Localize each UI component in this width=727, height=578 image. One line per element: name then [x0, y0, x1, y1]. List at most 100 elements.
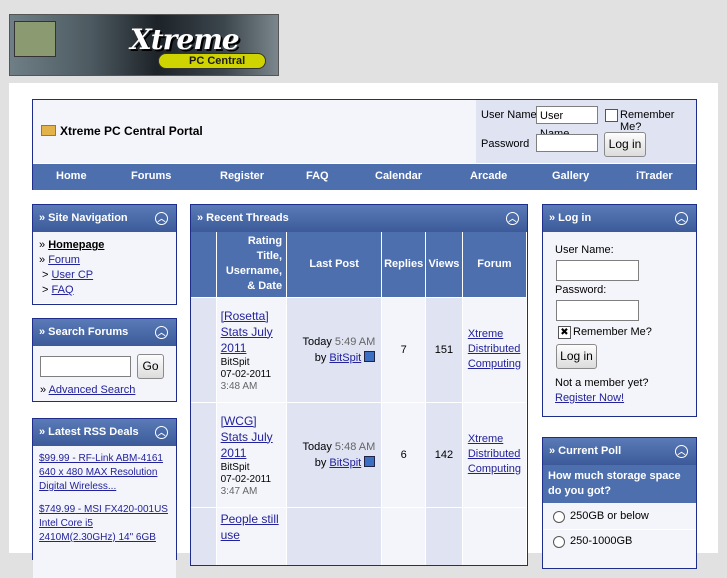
forum-cell: Xtreme Distributed Computing [462, 297, 527, 403]
recent-threads-header: » Recent Threads ︿ [191, 205, 527, 232]
login-panel-header: » Log in ︿ [543, 205, 696, 232]
collapse-icon[interactable]: ︿ [675, 445, 688, 458]
search-forums-header: » Search Forums ︿ [33, 319, 176, 346]
collapse-icon[interactable]: ︿ [155, 212, 168, 225]
password-input[interactable] [536, 134, 598, 152]
thread-icon-cell [191, 507, 217, 565]
nav-arcade[interactable]: Arcade [470, 170, 507, 182]
last-post-cell [286, 507, 383, 565]
rss-deal-price[interactable]: $749.99 [39, 504, 75, 515]
nav-item-faq[interactable]: > FAQ [39, 283, 170, 298]
portal-title: Xtreme PC Central Portal [41, 124, 203, 138]
thread-title-link[interactable]: [Rosetta] Stats July 2011 [221, 309, 273, 355]
poll-question: How much storage space do you got? [543, 465, 696, 503]
nav-calendar[interactable]: Calendar [375, 170, 422, 182]
last-post-time: 5:48 AM [334, 440, 376, 453]
collapse-icon[interactable]: ︿ [155, 426, 168, 439]
go-to-last-post-icon[interactable] [364, 455, 376, 467]
username-input[interactable]: User Name [536, 106, 598, 140]
last-post-user-link[interactable]: BitSpit [329, 457, 361, 469]
login-panel: » Log in ︿ User Name: Password: ✖ Rememb… [542, 204, 697, 417]
site-logo[interactable]: Xtreme PC Central [9, 14, 279, 76]
login-button[interactable]: Log in [604, 132, 646, 157]
page-container: Xtreme PC Central Portal User Name User … [9, 83, 718, 578]
header-login: User Name User Name Remember Me? Passwor… [476, 100, 696, 163]
last-post-user-link[interactable]: BitSpit [329, 352, 361, 364]
rss-deals-body: $99.99 - RF-Link ABM-4161 640 x 480 MAX … [33, 446, 176, 578]
nav-item-homepage-link[interactable]: Homepage [48, 239, 104, 251]
portal-title-area: Xtreme PC Central Portal [33, 100, 473, 163]
current-poll-title: » Current Poll [549, 445, 622, 457]
register-now-link[interactable]: Register Now! [555, 392, 624, 404]
thread-title-link[interactable]: [WCG] Stats July 2011 [221, 414, 273, 460]
login-password-input[interactable] [556, 300, 639, 321]
column-title-header[interactable]: Rating Title, Username, & Date [216, 232, 288, 298]
nav-home[interactable]: Home [56, 170, 87, 182]
nav-itrader[interactable]: iTrader [636, 170, 673, 182]
last-post-time: 5:49 AM [334, 335, 376, 348]
password-label: Password [481, 138, 530, 150]
rss-deals-header: » Latest RSS Deals ︿ [33, 419, 176, 446]
replies-count[interactable]: 7 [381, 297, 427, 403]
thread-title-cell: People still use [216, 507, 288, 565]
login-panel-body: User Name: Password: ✖ Remember Me? Log … [543, 232, 696, 416]
poll-option-radio[interactable] [553, 536, 565, 548]
last-post-day: Today [302, 335, 332, 348]
nav-gallery[interactable]: Gallery [552, 170, 589, 182]
advanced-search-link[interactable]: Advanced Search [49, 384, 136, 396]
thread-date: 07-02-2011 [220, 368, 272, 380]
thread-starter[interactable]: BitSpit [221, 357, 250, 368]
column-lastpost-header[interactable]: Last Post [286, 232, 383, 298]
nav-item-usercp-link[interactable]: User CP [52, 269, 94, 281]
rss-deals-title: » Latest RSS Deals [39, 426, 139, 438]
table-row: People still use [191, 507, 527, 565]
forum-cell: Xtreme Distributed Computing [462, 402, 527, 508]
rss-deal-item[interactable]: $99.99 - RF-Link ABM-4161 640 x 480 MAX … [39, 452, 170, 494]
site-navigation-panel: » Site Navigation ︿ » Homepage » Forum >… [32, 204, 177, 305]
nav-faq[interactable]: FAQ [306, 170, 329, 182]
thread-title-link[interactable]: People still use [221, 512, 279, 542]
nav-item-homepage[interactable]: » Homepage [39, 238, 170, 253]
column-replies-header[interactable]: Replies [381, 232, 427, 298]
login-remember-checkbox[interactable]: ✖ [558, 326, 571, 339]
search-forums-panel: » Search Forums ︿ Go » Advanced Search [32, 318, 177, 402]
views-count [425, 507, 463, 565]
nav-forums[interactable]: Forums [131, 170, 171, 182]
thread-starter[interactable]: BitSpit [221, 462, 250, 473]
collapse-icon[interactable]: ︿ [506, 212, 519, 225]
forum-link[interactable]: Xtreme Distributed Computing [468, 433, 521, 475]
rss-deal-price[interactable]: $99.99 [39, 453, 70, 464]
rss-deal-item[interactable]: $749.99 - MSI FX420-001US Intel Core i5 … [39, 503, 170, 545]
thread-date: 07-02-2011 [220, 473, 272, 485]
nav-item-forum-link[interactable]: Forum [48, 254, 80, 266]
search-input[interactable] [40, 356, 131, 377]
nav-item-faq-link[interactable]: FAQ [52, 284, 74, 296]
thread-icon-cell [191, 297, 217, 403]
remember-label: Remember Me? [620, 109, 675, 133]
advanced-search-prefix: » [40, 384, 49, 396]
logo-xtreme-text: Xtreme [130, 23, 240, 56]
site-navigation-body: » Homepage » Forum > User CP > FAQ [33, 232, 176, 303]
search-go-button[interactable]: Go [137, 354, 164, 379]
column-forum-header[interactable]: Forum [462, 232, 527, 298]
rss-deals-panel: » Latest RSS Deals ︿ $99.99 - RF-Link AB… [32, 418, 177, 578]
nav-item-forum[interactable]: » Forum [39, 253, 170, 268]
poll-option-radio[interactable] [553, 511, 565, 523]
poll-option-label: 250-1000GB [570, 535, 633, 547]
forum-link[interactable]: Xtreme Distributed Computing [468, 328, 521, 370]
replies-count[interactable]: 6 [381, 402, 427, 508]
column-views-header[interactable]: Views [425, 232, 463, 298]
go-to-last-post-icon[interactable] [364, 350, 376, 362]
collapse-icon[interactable]: ︿ [155, 326, 168, 339]
login-password-label: Password: [555, 284, 607, 296]
nav-item-usercp[interactable]: > User CP [39, 268, 170, 283]
remember-checkbox[interactable] [605, 109, 618, 122]
header-box: Xtreme PC Central Portal User Name User … [32, 99, 697, 190]
search-forums-title: » Search Forums [39, 326, 129, 338]
last-post-by: by [314, 456, 327, 469]
login-username-input[interactable] [556, 260, 639, 281]
login-panel-button[interactable]: Log in [556, 344, 597, 369]
nav-register[interactable]: Register [220, 170, 264, 182]
not-member-text: Not a member yet? [555, 377, 649, 389]
collapse-icon[interactable]: ︿ [675, 212, 688, 225]
